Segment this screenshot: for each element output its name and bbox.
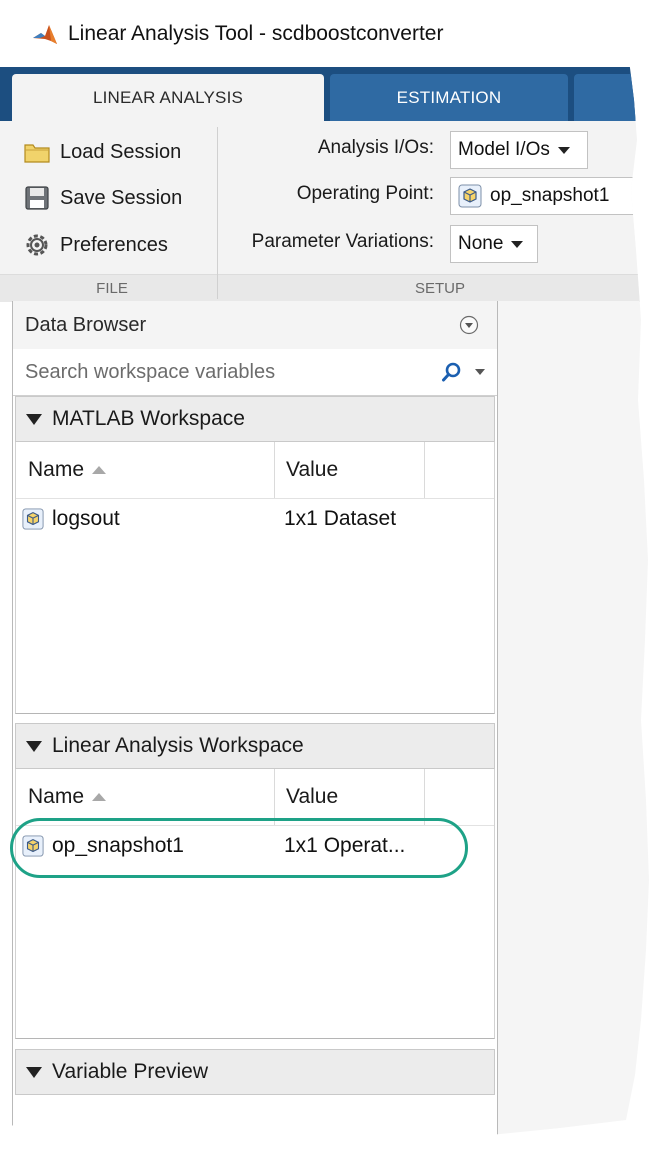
name-column-header[interactable]: Name — [28, 769, 107, 825]
value-column-label: Value — [286, 785, 339, 808]
name-column-header[interactable]: Name — [28, 442, 107, 498]
floppy-disk-icon — [22, 183, 52, 213]
analysis-ios-label: Analysis I/Os: — [317, 137, 434, 158]
toolstrip: Load Session Save Session Preferences An… — [0, 121, 649, 302]
variable-preview-title: Variable Preview — [52, 1060, 209, 1083]
gear-icon — [22, 230, 52, 260]
linear-analysis-workspace-header[interactable]: Linear Analysis Workspace — [15, 723, 495, 769]
save-session-button[interactable]: Save Session — [22, 179, 182, 217]
data-browser-header: Data Browser — [13, 301, 497, 350]
search-options-icon[interactable] — [475, 369, 485, 375]
column-divider — [274, 769, 275, 825]
chevron-down-icon — [557, 146, 570, 154]
parameter-variations-label: Parameter Variations: — [251, 231, 434, 252]
ribbon-tab-strip: LINEAR ANALYSIS ESTIMATION — [0, 67, 649, 121]
variable-cube-icon — [22, 508, 44, 530]
linear-analysis-workspace-title: Linear Analysis Workspace — [52, 734, 304, 757]
chevron-down-icon — [511, 240, 524, 248]
search-icon[interactable] — [441, 361, 463, 383]
load-session-label: Load Session — [60, 140, 182, 163]
sort-ascending-icon — [92, 793, 107, 801]
preferences-button[interactable]: Preferences — [22, 226, 168, 264]
column-divider — [274, 442, 275, 498]
column-divider — [424, 442, 425, 498]
window-title: Linear Analysis Tool - scdboostconverter — [68, 21, 444, 45]
variable-value: 1x1 Operat... — [284, 834, 406, 857]
variable-name: logsout — [52, 507, 120, 530]
parameter-variations-value: None — [458, 233, 504, 254]
tab-more[interactable] — [574, 74, 649, 121]
value-column-label: Value — [286, 458, 339, 481]
operating-point-dropdown[interactable]: op_snapshot1 — [450, 177, 649, 215]
preferences-label: Preferences — [60, 233, 168, 256]
file-section-label: FILE — [96, 279, 128, 297]
table-header: Name Value — [16, 442, 494, 499]
analysis-ios-dropdown[interactable]: Model I/Os — [450, 131, 588, 169]
value-column-header[interactable]: Value — [286, 442, 338, 498]
folder-icon — [22, 137, 52, 167]
operating-point-value: op_snapshot1 — [490, 185, 610, 206]
column-divider — [424, 769, 425, 825]
panel-menu-icon[interactable] — [459, 315, 479, 335]
sort-ascending-icon — [92, 466, 107, 474]
variable-cube-icon — [22, 835, 44, 857]
value-column-header[interactable]: Value — [286, 769, 338, 825]
analysis-ios-value: Model I/Os — [458, 139, 550, 160]
plot-area — [497, 301, 649, 1141]
tab-linear-analysis[interactable]: LINEAR ANALYSIS — [12, 74, 324, 121]
collapse-triangle-icon — [26, 1066, 42, 1078]
variable-name: op_snapshot1 — [52, 834, 184, 857]
variable-preview-header[interactable]: Variable Preview — [15, 1049, 495, 1095]
variable-name-cell: op_snapshot1 — [22, 826, 184, 866]
search-input[interactable] — [23, 359, 427, 385]
collapse-triangle-icon — [26, 740, 42, 752]
load-session-button[interactable]: Load Session — [22, 133, 181, 171]
data-browser-title: Data Browser — [25, 313, 147, 336]
data-browser: Data Browser MATLAB Workspace Name — [12, 301, 498, 1141]
name-column-label: Name — [28, 458, 85, 481]
tab-estimation[interactable]: ESTIMATION — [330, 74, 568, 121]
title-bar: Linear Analysis Tool - scdboostconverter — [0, 0, 649, 68]
matlab-icon — [33, 24, 57, 44]
section-divider — [217, 127, 218, 299]
search-bar — [13, 349, 497, 396]
table-row[interactable]: logsout 1x1 Dataset — [16, 499, 494, 539]
matlab-workspace-header[interactable]: MATLAB Workspace — [15, 396, 495, 442]
table-row[interactable]: op_snapshot1 1x1 Operat... — [16, 826, 494, 866]
app-window: Linear Analysis Tool - scdboostconverter… — [0, 0, 649, 1144]
linear-analysis-workspace-table: Name Value op_snapshot1 1x1 Operat... — [15, 769, 495, 1039]
variable-name-cell: logsout — [22, 499, 120, 539]
table-header: Name Value — [16, 769, 494, 826]
matlab-workspace-title: MATLAB Workspace — [52, 407, 245, 430]
matlab-workspace-table: Name Value logsout 1x1 Dataset — [15, 442, 495, 714]
save-session-label: Save Session — [60, 186, 183, 209]
variable-value: 1x1 Dataset — [284, 507, 397, 530]
name-column-label: Name — [28, 785, 85, 808]
variable-cube-icon — [458, 184, 482, 208]
operating-point-label: Operating Point: — [296, 183, 434, 204]
parameter-variations-dropdown[interactable]: None — [450, 225, 538, 263]
collapse-triangle-icon — [26, 413, 42, 425]
setup-section-label: SETUP — [414, 279, 465, 297]
